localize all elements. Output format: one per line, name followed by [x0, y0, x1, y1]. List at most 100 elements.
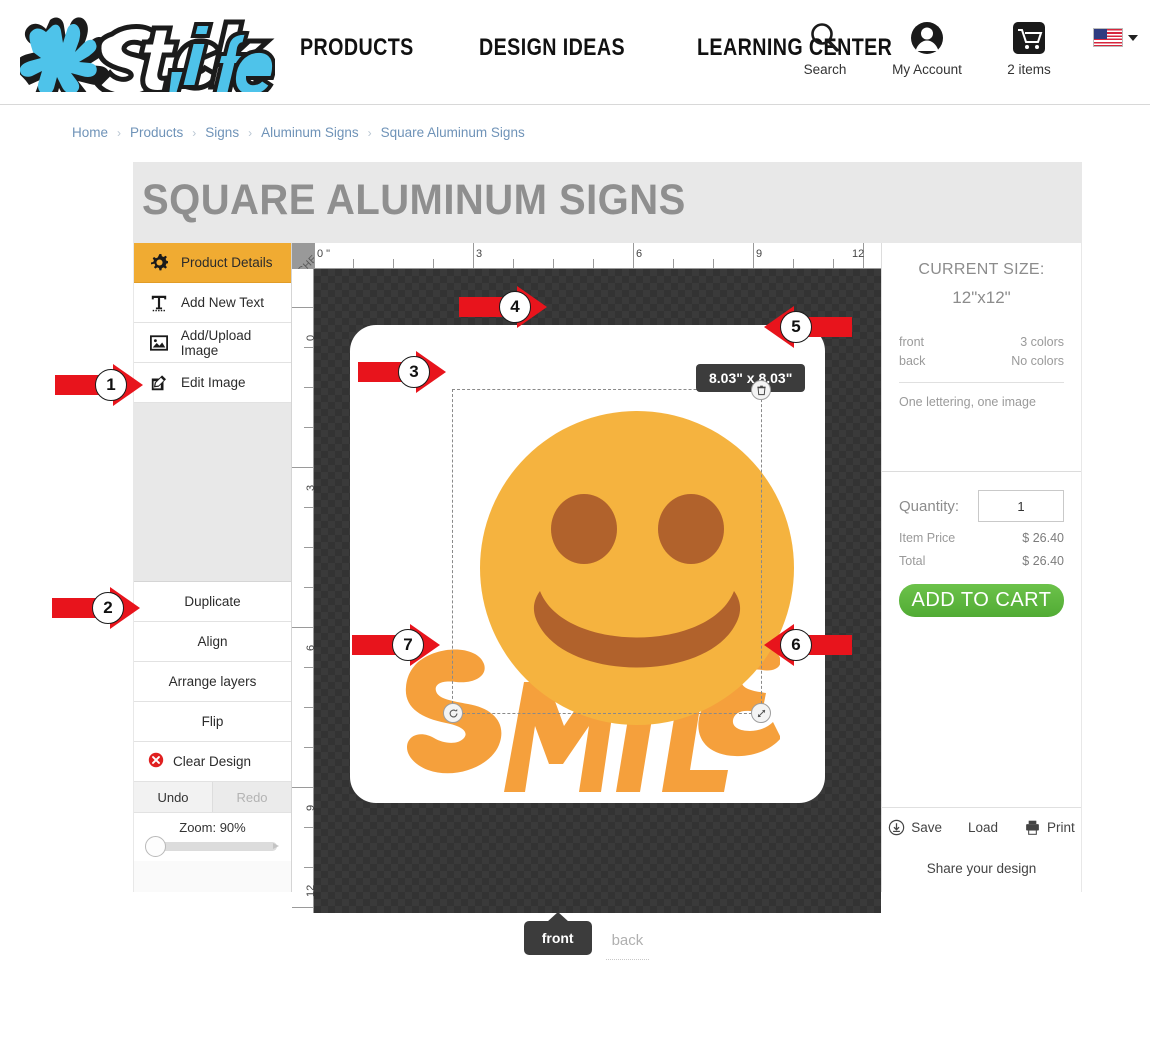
- user-account-icon: [889, 16, 965, 60]
- search-label: Search: [803, 62, 847, 77]
- breadcrumb-item-home[interactable]: Home: [72, 125, 108, 140]
- clear-design-button[interactable]: Clear Design: [134, 742, 291, 782]
- artboard[interactable]: 8.03" x 8.03": [314, 269, 881, 913]
- nav-item-products[interactable]: PRODUCTS: [300, 34, 414, 62]
- annotation-marker-2: 2: [52, 587, 142, 629]
- load-button[interactable]: Load: [955, 820, 1011, 835]
- ruler-corner: INCHES: [292, 243, 314, 269]
- clear-x-icon: [148, 752, 164, 771]
- my-account-label: My Account: [892, 62, 962, 77]
- side-colors-back: back No colors: [899, 354, 1064, 368]
- save-download-icon: [888, 819, 905, 836]
- ruler-h-tick-9: 9: [756, 248, 763, 260]
- trash-icon: [756, 385, 766, 395]
- rotate-handle[interactable]: [443, 703, 463, 723]
- tab-back[interactable]: back: [605, 922, 650, 960]
- horizontal-ruler: 0 " 3 6 9 12: [314, 243, 881, 269]
- marker-number: 2: [92, 592, 124, 624]
- undo-button[interactable]: Undo: [134, 782, 213, 812]
- tab-front[interactable]: front: [523, 912, 592, 955]
- print-button[interactable]: Print: [1011, 819, 1088, 836]
- chevron-down-icon: [1128, 34, 1138, 41]
- align-button[interactable]: Align: [134, 622, 291, 662]
- left-tool-sidebar: Product Details Add New Text Add/Upload …: [134, 243, 292, 892]
- print-label: Print: [1047, 820, 1075, 835]
- front-label: front: [899, 335, 925, 349]
- printer-icon: [1026, 820, 1039, 835]
- sign-substrate[interactable]: 8.03" x 8.03": [350, 325, 825, 803]
- save-load-print-row: Save Load Print: [882, 807, 1081, 847]
- load-label: Load: [967, 820, 999, 835]
- clear-design-label: Clear Design: [173, 754, 252, 769]
- add-to-cart-button[interactable]: ADD TO CART: [899, 584, 1064, 617]
- gear-icon: [148, 254, 170, 271]
- search-icon: [787, 16, 863, 60]
- breadcrumb-separator: ›: [248, 125, 253, 140]
- right-summary-panel: CURRENT SIZE: 12"x12" front 3 colors bac…: [881, 243, 1081, 892]
- sidebar-item-edit-image[interactable]: Edit Image: [134, 363, 291, 403]
- quantity-row: Quantity:: [899, 490, 1064, 522]
- zoom-slider-handle[interactable]: [145, 836, 166, 857]
- back-colors: No colors: [1011, 354, 1064, 368]
- sidebar-item-add-new-text[interactable]: Add New Text: [134, 283, 291, 323]
- sidebar-item-add-upload-image[interactable]: Add/Upload Image: [134, 323, 291, 363]
- vertical-ruler: 0 " 3 6 9 12: [292, 269, 329, 913]
- search-button[interactable]: Search: [787, 16, 863, 77]
- my-account-button[interactable]: My Account: [889, 16, 965, 77]
- ruler-h-tick-12: 12: [852, 248, 865, 260]
- breadcrumb-separator: ›: [367, 125, 372, 140]
- text-t-icon: [148, 294, 170, 312]
- cart-button[interactable]: 2 items: [991, 16, 1067, 77]
- image-icon: [148, 334, 170, 352]
- delete-handle[interactable]: [751, 380, 771, 400]
- pencil-edit-icon: [148, 374, 170, 392]
- breadcrumb-item-square-aluminum-signs[interactable]: Square Aluminum Signs: [381, 125, 525, 140]
- contents-note: One lettering, one image: [899, 395, 1036, 409]
- quantity-input[interactable]: [978, 490, 1064, 522]
- designer-stage: SQUARE ALUMINUM SIGNS Product Details Ad…: [133, 162, 1082, 1054]
- flip-button[interactable]: Flip: [134, 702, 291, 742]
- selection-bounding-box[interactable]: 8.03" x 8.03": [443, 364, 806, 723]
- zoom-slider[interactable]: [145, 836, 279, 857]
- ruler-unit-label: INCHES: [292, 248, 314, 269]
- resize-diagonal-icon: [757, 709, 765, 717]
- share-design-link[interactable]: Share your design: [882, 847, 1081, 892]
- breadcrumb-item-products[interactable]: Products: [130, 125, 183, 140]
- panel-divider: [899, 382, 1064, 383]
- size-summary-section: CURRENT SIZE: 12"x12" front 3 colors bac…: [882, 243, 1081, 427]
- sidebar-label-add-upload-image: Add/Upload Image: [180, 327, 252, 358]
- item-price-row: Item Price $ 26.40: [899, 531, 1064, 545]
- cart-label: 2 items: [1007, 62, 1051, 77]
- save-button[interactable]: Save: [875, 819, 955, 836]
- header-utilities: Search My Account 2 items: [787, 16, 1138, 77]
- arrange-layers-button[interactable]: Arrange layers: [134, 662, 291, 702]
- duplicate-button[interactable]: Duplicate: [134, 582, 291, 622]
- save-label: Save: [911, 820, 942, 835]
- us-flag-icon: [1093, 28, 1123, 47]
- front-colors: 3 colors: [1020, 335, 1064, 349]
- site-header: PRODUCTS DESIGN IDEAS LEARNING CENTER Se…: [0, 0, 1150, 113]
- breadcrumb: Home › Products › Signs › Aluminum Signs…: [0, 105, 1150, 160]
- sidebar-item-product-details[interactable]: Product Details: [134, 243, 291, 283]
- annotation-marker-1: 1: [55, 364, 145, 406]
- design-canvas-area: INCHES 0 " 3 6 9 12 0 ": [292, 243, 881, 913]
- quantity-label: Quantity:: [899, 497, 960, 515]
- nav-item-design-ideas[interactable]: DESIGN IDEAS: [479, 34, 625, 62]
- stickylife-logo[interactable]: [15, 14, 277, 113]
- shopping-cart-icon: [991, 16, 1067, 60]
- sidebar-label-edit-image: Edit Image: [181, 375, 246, 390]
- redo-button[interactable]: Redo: [213, 782, 291, 812]
- rotate-icon: [449, 708, 457, 717]
- side-tabs: front back: [292, 912, 881, 1054]
- breadcrumb-separator: ›: [192, 125, 197, 140]
- total-row: Total $ 26.40: [899, 554, 1064, 568]
- breadcrumb-separator: ›: [117, 125, 122, 140]
- locale-selector[interactable]: [1093, 28, 1138, 47]
- breadcrumb-item-signs[interactable]: Signs: [205, 125, 239, 140]
- resize-handle[interactable]: [751, 703, 771, 723]
- breadcrumb-item-aluminum-signs[interactable]: Aluminum Signs: [261, 125, 359, 140]
- sidebar-label-add-new-text: Add New Text: [181, 295, 265, 310]
- page-title: SQUARE ALUMINUM SIGNS: [142, 176, 686, 224]
- ruler-h-tick-6: 6: [636, 248, 643, 260]
- ruler-h-tick-0: 0 ": [317, 248, 331, 260]
